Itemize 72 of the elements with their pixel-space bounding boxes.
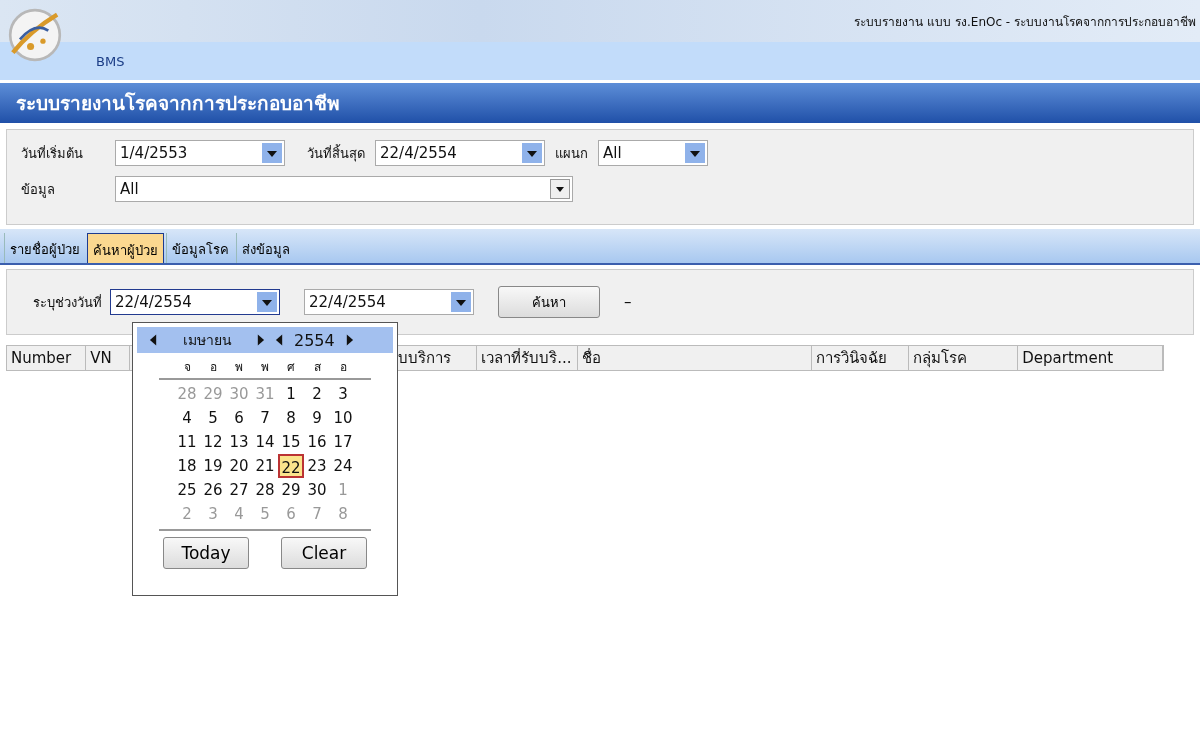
page-title: ระบบรายงานโรคจากการประกอบอาชีพ bbox=[16, 91, 340, 116]
calendar-day[interactable]: 25 bbox=[174, 478, 200, 502]
calendar-day[interactable]: 10 bbox=[330, 406, 356, 430]
calendar-day[interactable]: 15 bbox=[278, 430, 304, 454]
calendar-day[interactable]: 18 bbox=[174, 454, 200, 478]
calendar-day[interactable]: 17 bbox=[330, 430, 356, 454]
tab[interactable]: ข้อมูลโรค bbox=[166, 233, 234, 263]
app-name: BMS bbox=[96, 53, 125, 69]
filter-dropdown[interactable]: All bbox=[598, 140, 708, 166]
calendar-day[interactable]: 20 bbox=[226, 454, 252, 478]
calendar-button[interactable]: Clear bbox=[281, 537, 367, 569]
calendar-day[interactable]: 24 bbox=[330, 454, 356, 478]
filter-dropdown[interactable]: All bbox=[115, 176, 573, 202]
calendar-day[interactable]: 16 bbox=[304, 430, 330, 454]
weekday-label: พ bbox=[260, 359, 270, 376]
calendar-day[interactable]: 26 bbox=[200, 478, 226, 502]
calendar-day[interactable]: 12 bbox=[200, 430, 226, 454]
calendar-day[interactable]: 28 bbox=[252, 478, 278, 502]
previous-month-icon[interactable] bbox=[149, 334, 158, 346]
tab[interactable]: รายชื่อผู้ป่วย bbox=[4, 233, 85, 263]
previous-year-icon[interactable] bbox=[275, 334, 284, 346]
calendar-day[interactable]: 9 bbox=[304, 406, 330, 430]
calendar-day[interactable]: 14 bbox=[252, 430, 278, 454]
weekday-label: ส bbox=[312, 359, 322, 376]
column-header[interactable]: VN bbox=[86, 346, 130, 370]
filter-label: วันที่สิ้นสุด bbox=[307, 143, 365, 164]
next-month-icon[interactable] bbox=[256, 334, 265, 346]
calendar-day[interactable]: 29 bbox=[278, 478, 304, 502]
weekday-label: จ bbox=[182, 359, 192, 376]
year-label: 2554 bbox=[294, 330, 335, 350]
calendar-day[interactable]: 13 bbox=[226, 430, 252, 454]
weekday-label: อ bbox=[208, 359, 218, 376]
calendar-day[interactable]: 8 bbox=[278, 406, 304, 430]
calendar-day[interactable]: 5 bbox=[200, 406, 226, 430]
calendar-day[interactable]: 30 bbox=[304, 478, 330, 502]
calendar-day[interactable]: 7 bbox=[252, 406, 278, 430]
window-title: ระบบรายงาน แบบ รง.EnOc - ระบบงานโรคจากการประกอบอาชีพ bbox=[854, 13, 1197, 31]
column-header[interactable]: Number bbox=[7, 346, 87, 370]
calendar-day[interactable]: 22 bbox=[278, 454, 304, 478]
calendar-button[interactable]: Today bbox=[163, 537, 249, 569]
tab[interactable]: ส่งข้อมูล bbox=[236, 233, 295, 263]
calendar-day[interactable]: 4 bbox=[174, 406, 200, 430]
calendar-day[interactable]: 11 bbox=[174, 430, 200, 454]
separator-text: – bbox=[624, 293, 632, 311]
column-header[interactable]: ชื่อ bbox=[578, 346, 813, 370]
calendar-day[interactable]: 6 bbox=[226, 406, 252, 430]
weekday-label: อ bbox=[338, 359, 348, 376]
calendar-day[interactable]: 2 bbox=[304, 382, 330, 406]
column-header[interactable]: กลุ่มโรค bbox=[909, 346, 1019, 370]
month-label: เมษายน bbox=[181, 331, 233, 350]
calendar-day[interactable]: 21 bbox=[252, 454, 278, 478]
calendar-day[interactable]: 3 bbox=[330, 382, 356, 406]
next-year-icon[interactable] bbox=[344, 334, 354, 346]
tab[interactable]: ค้นหาผู้ป่วย bbox=[87, 233, 164, 263]
search-button[interactable]: ค้นหา bbox=[498, 286, 600, 318]
date-range-label: ระบุช่วงวันที่ bbox=[33, 293, 102, 313]
column-header[interactable]: Department bbox=[1018, 346, 1163, 370]
filter-label: วันที่เริ่มต้น bbox=[21, 144, 84, 163]
calendar-day[interactable]: 19 bbox=[200, 454, 226, 478]
column-header[interactable]: การวินิจฉัย bbox=[812, 346, 910, 370]
calendar-day[interactable]: 1 bbox=[278, 382, 304, 406]
date-to-field[interactable]: 22/4/2554 bbox=[304, 289, 474, 315]
column-header[interactable]: เวลาที่รับบริ... bbox=[477, 346, 579, 370]
date-from-field[interactable]: 22/4/2554 bbox=[110, 289, 280, 315]
calendar-day[interactable]: 23 bbox=[304, 454, 330, 478]
filter-label: ข้อมูล bbox=[21, 180, 56, 200]
weekday-label: ศ bbox=[286, 359, 296, 376]
filter-dropdown[interactable]: 22/4/2554 bbox=[375, 140, 545, 166]
filter-dropdown[interactable]: 1/4/2553 bbox=[115, 140, 285, 166]
calendar-day[interactable]: 27 bbox=[226, 478, 252, 502]
filter-label: แผนก bbox=[555, 144, 588, 163]
weekday-label: พ bbox=[234, 359, 244, 376]
